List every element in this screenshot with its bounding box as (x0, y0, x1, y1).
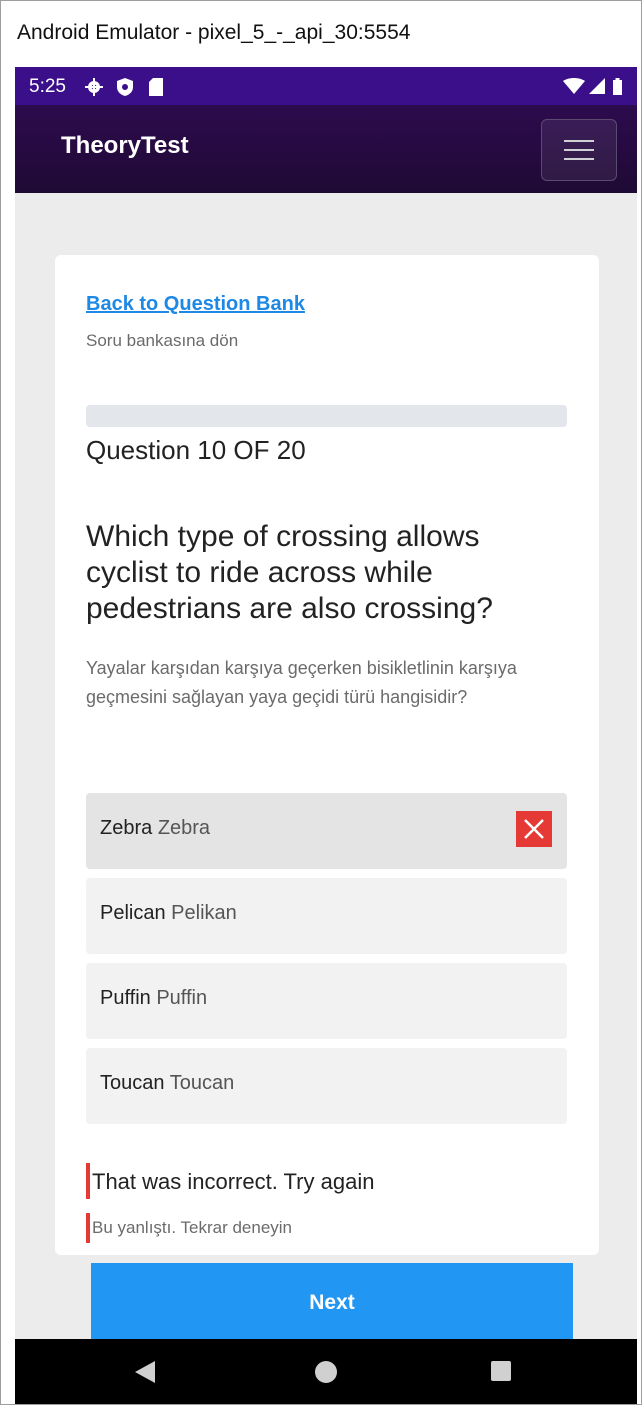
status-time: 5:25 (29, 76, 66, 97)
answer-label: Zebra Zebra (100, 817, 211, 839)
hamburger-icon[interactable] (541, 119, 617, 181)
wifi-icon (563, 78, 585, 99)
answer-label: Puffin Puffin (100, 987, 208, 1009)
feedback-text: That was incorrect. Try again (92, 1169, 375, 1194)
window-titlebar: Android Emulator - pixel_5_-_api_30:5554 (1, 1, 641, 67)
progress-fill (86, 405, 327, 427)
android-nav-bar (15, 1339, 637, 1404)
recents-square-icon[interactable] (491, 1361, 511, 1381)
device-screen: 5:25 TheoryTest Back to Question Bank So… (15, 67, 637, 1404)
question-card: Back to Question Bank Soru bankasına dön… (55, 255, 599, 1343)
gear-icon (85, 78, 103, 101)
answer-option-zebra[interactable]: Zebra Zebra (86, 793, 567, 869)
shield-icon (117, 78, 133, 101)
next-button[interactable]: Next (91, 1263, 573, 1343)
answer-option-toucan[interactable]: Toucan Toucan (86, 1048, 567, 1124)
signal-icon (589, 78, 605, 99)
home-circle-icon[interactable] (315, 1361, 337, 1383)
question-number: Question 10 OF 20 (86, 435, 306, 465)
back-link-translation: Soru bankasına dön (86, 331, 239, 350)
answer-label: Pelican Pelikan (100, 902, 237, 924)
window-title: Android Emulator - pixel_5_-_api_30:5554 (17, 21, 411, 44)
status-bar: 5:25 (15, 67, 637, 105)
battery-icon (613, 78, 622, 100)
answer-label: Toucan Toucan (100, 1072, 235, 1094)
feedback-translation-text: Bu yanlıştı. Tekrar deneyin (92, 1218, 293, 1237)
back-triangle-icon[interactable] (135, 1361, 155, 1388)
error-bar (86, 1213, 90, 1243)
progress-bar (86, 405, 567, 427)
app-navbar: TheoryTest (15, 105, 637, 193)
navbar-brand[interactable]: TheoryTest (61, 132, 189, 160)
error-bar (86, 1163, 90, 1199)
emulator-window: Android Emulator - pixel_5_-_api_30:5554… (0, 0, 642, 1405)
sd-card-icon (149, 78, 163, 101)
back-to-question-bank-link[interactable]: Back to Question Bank (86, 293, 305, 316)
question-translation: Yayalar karşıdan karşıya geçerken bisikl… (86, 658, 517, 707)
answer-option-puffin[interactable]: Puffin Puffin (86, 963, 567, 1039)
question-text: Which type of crossing allows cyclist to… (86, 520, 493, 625)
incorrect-icon (516, 811, 552, 847)
answer-option-pelican[interactable]: Pelican Pelikan (86, 878, 567, 954)
